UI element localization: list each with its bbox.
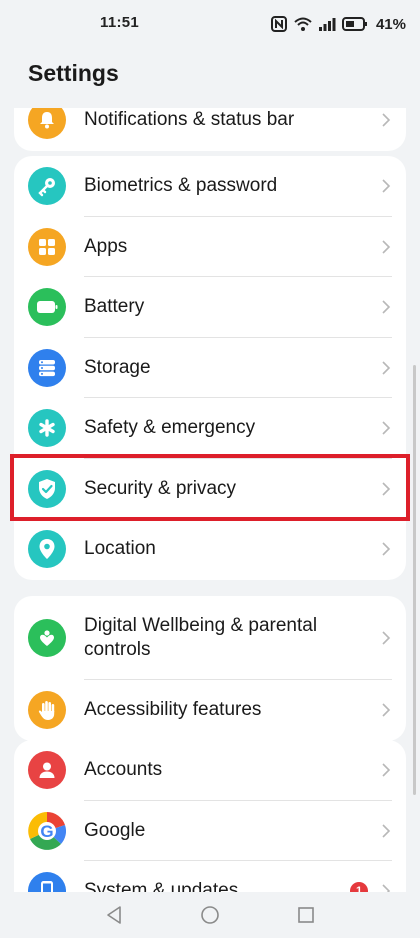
storage-icon	[28, 348, 66, 387]
settings-item-apps[interactable]: Apps	[14, 217, 406, 277]
settings-item-label: Location	[84, 538, 156, 560]
settings-item-security-privacy[interactable]: Security & privacy	[14, 459, 406, 519]
navigation-bar	[0, 892, 420, 938]
key-icon	[28, 167, 66, 206]
settings-item-label: Apps	[84, 235, 128, 257]
status-icons: 41%	[270, 14, 406, 34]
settings-item-battery[interactable]: Battery	[14, 277, 406, 338]
status-bar: 11:51 41%	[0, 0, 420, 48]
apps-grid-icon	[28, 227, 66, 266]
settings-item-google[interactable]: G Google	[14, 801, 406, 861]
asterisk-icon	[28, 409, 66, 448]
settings-item-digital-wellbeing[interactable]: Digital Wellbeing & parental controls	[14, 596, 406, 680]
hand-icon	[28, 691, 66, 730]
signal-icon	[318, 18, 336, 31]
wellbeing-heart-icon	[28, 619, 66, 657]
settings-item-label: Security & privacy	[84, 477, 237, 499]
chevron-right-icon	[382, 482, 391, 496]
settings-item-label: Storage	[84, 356, 151, 378]
battery-status-icon	[341, 17, 367, 31]
google-icon: G	[28, 811, 66, 850]
wifi-icon	[294, 17, 312, 31]
bell-icon	[28, 108, 66, 140]
shield-check-icon	[28, 469, 66, 508]
home-circle-icon	[201, 906, 219, 924]
chevron-right-icon	[382, 631, 391, 645]
settings-item-label: Safety & emergency	[84, 417, 256, 439]
recents-button[interactable]	[294, 903, 318, 927]
page-title: Settings	[28, 60, 119, 86]
settings-item-label: Battery	[84, 296, 145, 318]
settings-group-wellbeing: Digital Wellbeing & parental controls Ac…	[14, 596, 406, 741]
settings-item-label: Biometrics & password	[84, 175, 278, 197]
scrollbar[interactable]	[413, 365, 416, 795]
settings-group-accounts: Accounts G Google System & updates 1	[14, 740, 406, 892]
settings-item-label: System & updates	[84, 880, 239, 892]
chevron-right-icon	[382, 361, 391, 375]
settings-item-location[interactable]: Location	[14, 519, 406, 580]
chevron-right-icon	[382, 179, 391, 193]
settings-group-device: Biometrics & password Apps Battery Stora…	[14, 156, 406, 580]
settings-item-label: Accounts	[84, 759, 163, 781]
settings-item-biometrics[interactable]: Biometrics & password	[14, 156, 406, 217]
battery-percentage: 41%	[375, 15, 406, 33]
chevron-right-icon	[382, 703, 391, 717]
recents-square-icon	[298, 907, 314, 923]
back-triangle-icon	[107, 906, 121, 924]
phone-icon	[28, 872, 66, 892]
nfc-icon	[270, 16, 287, 32]
location-pin-icon	[28, 530, 66, 569]
settings-item-accounts[interactable]: Accounts	[14, 740, 406, 801]
chevron-right-icon	[382, 542, 391, 556]
settings-item-notifications[interactable]: Notifications & status bar	[14, 108, 406, 151]
settings-item-system-updates[interactable]: System & updates 1	[14, 861, 406, 892]
back-button[interactable]	[102, 903, 126, 927]
settings-item-storage[interactable]: Storage	[14, 338, 406, 398]
chevron-right-icon	[382, 884, 391, 892]
settings-item-label: Google	[84, 819, 146, 841]
settings-item-safety[interactable]: Safety & emergency	[14, 398, 406, 459]
settings-item-label: Digital Wellbeing & parental controls	[84, 615, 318, 660]
chevron-right-icon	[382, 421, 391, 435]
battery-icon	[28, 288, 66, 327]
settings-group-notifications: Notifications & status bar	[14, 108, 406, 151]
settings-item-label: Accessibility features	[84, 699, 262, 721]
home-button[interactable]	[198, 903, 222, 927]
svg-text:G: G	[40, 822, 53, 841]
chevron-right-icon	[382, 240, 391, 254]
settings-item-label: Notifications & status bar	[84, 109, 295, 131]
chevron-right-icon	[382, 300, 391, 314]
settings-list[interactable]: Notifications & status bar Biometrics & …	[0, 108, 420, 892]
chevron-right-icon	[382, 113, 391, 127]
settings-item-accessibility[interactable]: Accessibility features	[14, 680, 406, 741]
person-icon	[28, 751, 66, 790]
chevron-right-icon	[382, 824, 391, 838]
chevron-right-icon	[382, 763, 391, 777]
status-time: 11:51	[100, 14, 140, 31]
